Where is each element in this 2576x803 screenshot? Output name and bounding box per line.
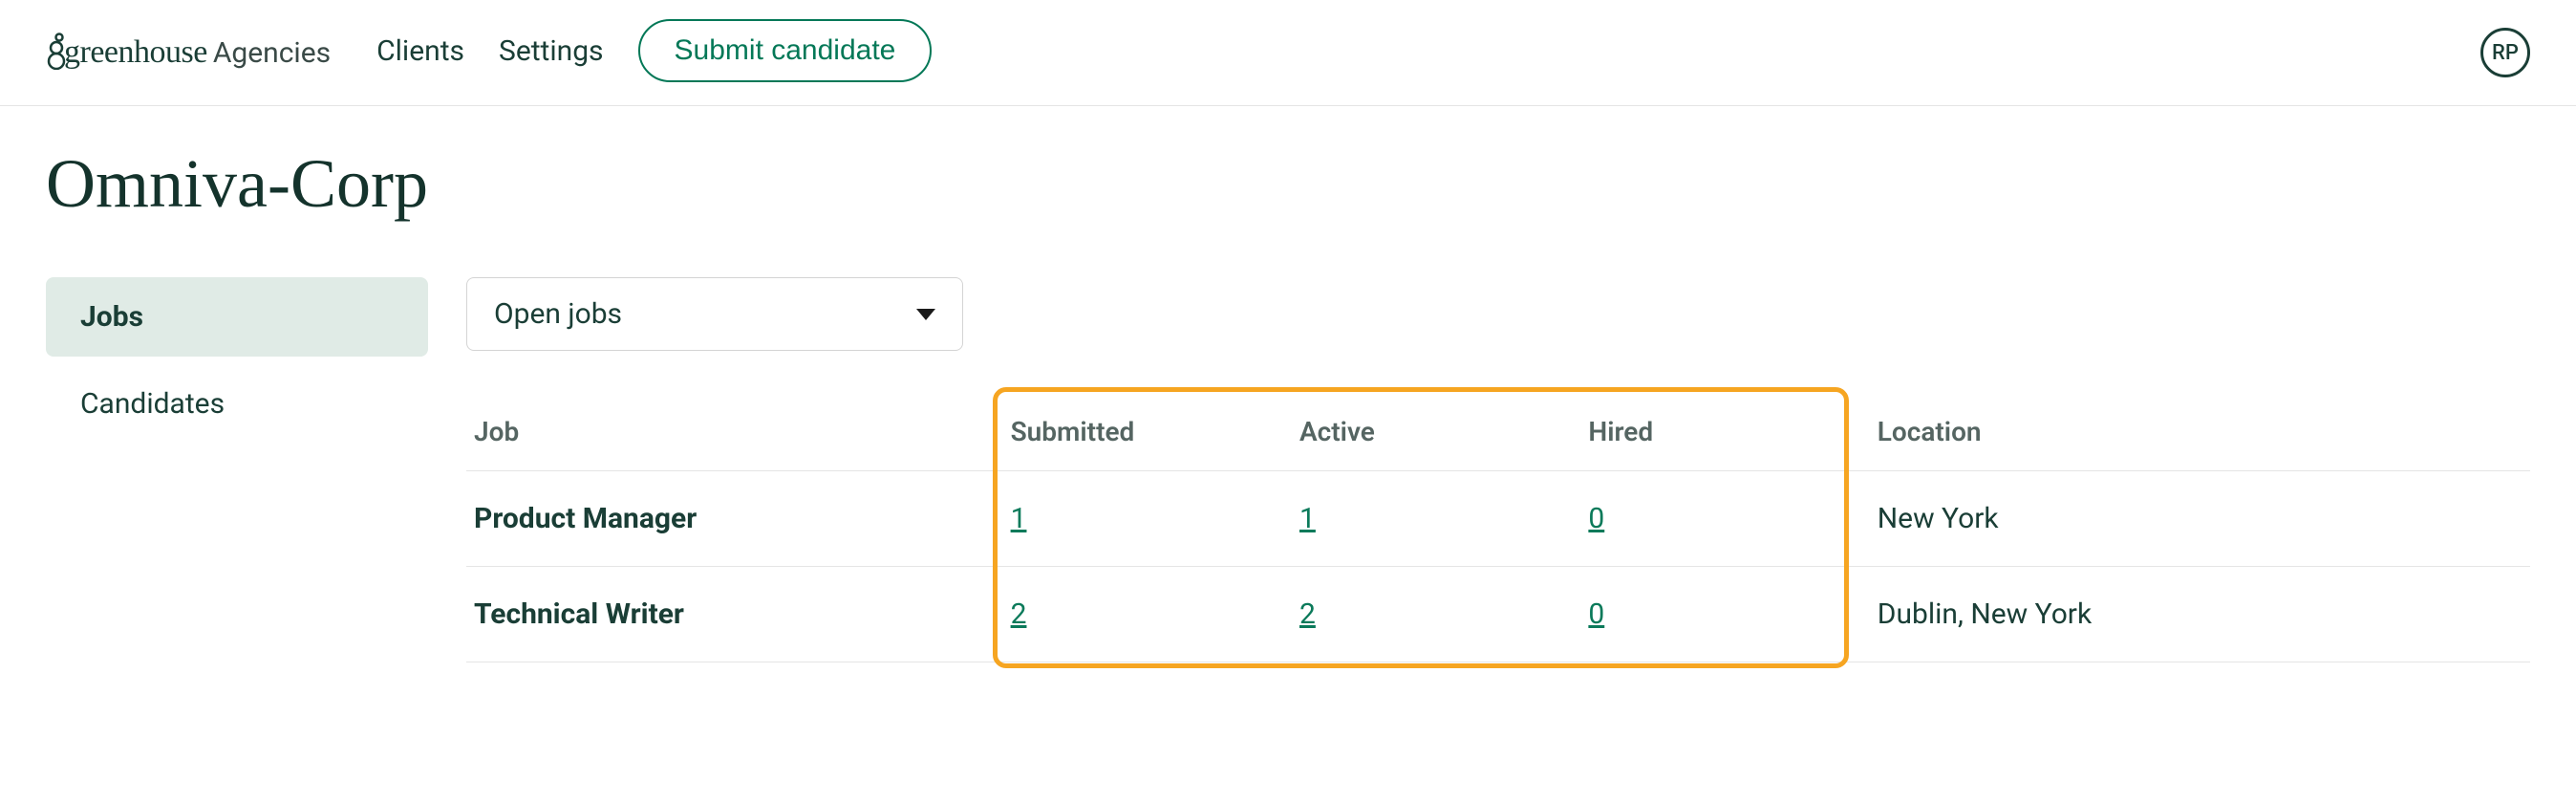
col-header-location: Location xyxy=(1870,393,2530,471)
submitted-link[interactable]: 1 xyxy=(1011,502,1027,535)
col-header-job: Job xyxy=(466,393,1003,471)
col-header-hired: Hired xyxy=(1580,393,1869,471)
nav-clients[interactable]: Clients xyxy=(376,34,464,68)
table-row: Technical Writer 2 2 0 Dublin, New York xyxy=(466,567,2530,662)
job-name-cell[interactable]: Technical Writer xyxy=(466,567,1003,662)
avatar[interactable]: RP xyxy=(2480,28,2530,77)
tab-jobs[interactable]: Jobs xyxy=(46,277,428,357)
logo-group[interactable]: greenhouse Agencies xyxy=(46,32,331,71)
job-name-cell[interactable]: Product Manager xyxy=(466,471,1003,567)
content-row: Jobs Candidates Open jobs Job Submitted … xyxy=(46,277,2530,662)
logo-sub: Agencies xyxy=(213,36,331,70)
location-cell: New York xyxy=(1870,471,2530,567)
hired-link[interactable]: 0 xyxy=(1588,597,1604,631)
location-cell: Dublin, New York xyxy=(1870,567,2530,662)
col-header-active: Active xyxy=(1292,393,1580,471)
hired-link[interactable]: 0 xyxy=(1588,502,1604,535)
main-column: Open jobs Job Submitted Active Hired Loc… xyxy=(428,277,2530,662)
side-tabs: Jobs Candidates xyxy=(46,277,428,451)
active-link[interactable]: 1 xyxy=(1299,502,1316,535)
caret-down-icon xyxy=(916,309,935,320)
col-header-submitted: Submitted xyxy=(1003,393,1292,471)
table-row: Product Manager 1 1 0 New York xyxy=(466,471,2530,567)
tab-candidates[interactable]: Candidates xyxy=(46,364,428,444)
table-wrapper: Job Submitted Active Hired Location Prod… xyxy=(466,393,2530,662)
top-bar: greenhouse Agencies Clients Settings Sub… xyxy=(0,0,2576,106)
active-link[interactable]: 2 xyxy=(1299,597,1316,631)
submitted-link[interactable]: 2 xyxy=(1011,597,1027,631)
jobs-table: Job Submitted Active Hired Location Prod… xyxy=(466,393,2530,662)
logo-main: greenhouse xyxy=(46,32,207,71)
filter-selected-label: Open jobs xyxy=(494,297,622,331)
filter-select[interactable]: Open jobs xyxy=(466,277,963,351)
main-content: Omniva-Corp Jobs Candidates Open jobs Jo… xyxy=(0,106,2576,701)
submit-candidate-button[interactable]: Submit candidate xyxy=(638,19,933,82)
page-title: Omniva-Corp xyxy=(46,144,2530,224)
nav-settings[interactable]: Settings xyxy=(499,34,604,68)
